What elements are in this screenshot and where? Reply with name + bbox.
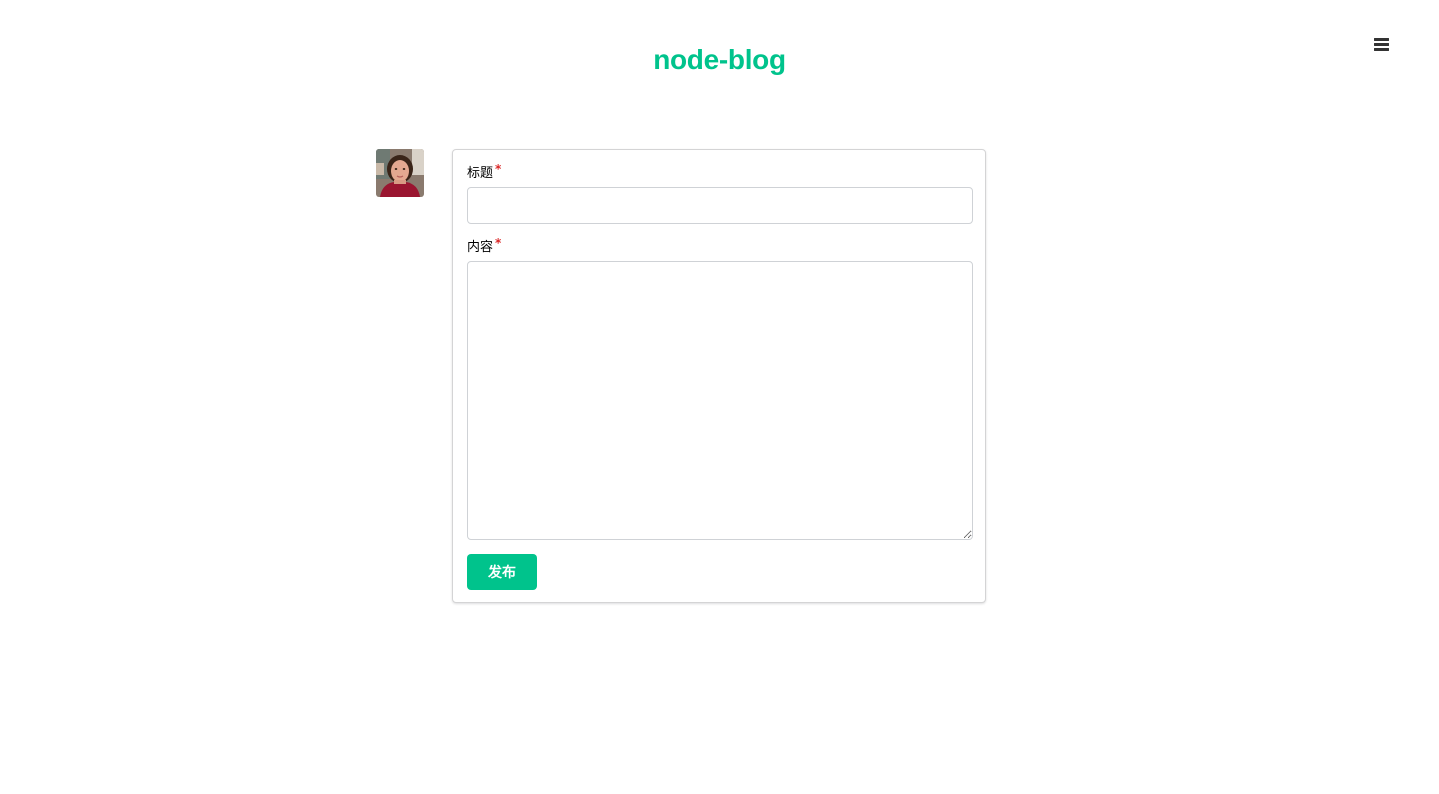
content-label-text: 内容 — [467, 240, 494, 255]
user-avatar[interactable] — [376, 149, 424, 197]
content-required-mark: * — [495, 236, 502, 250]
title-required-mark: * — [495, 162, 502, 176]
title-label: 标题 * — [467, 162, 502, 182]
hamburger-menu-icon — [1368, 32, 1396, 56]
menu-button[interactable] — [1368, 32, 1396, 56]
title-label-text: 标题 — [467, 166, 494, 181]
content-textarea[interactable] — [467, 261, 973, 540]
publish-button[interactable]: 发布 — [467, 554, 537, 590]
page-header: node-blog — [0, 0, 1439, 120]
content-label: 内容 * — [467, 236, 502, 256]
title-input[interactable] — [467, 187, 973, 224]
site-title[interactable]: node-blog — [0, 42, 1439, 78]
new-post-form: 标题 * 内容 * 发布 — [452, 149, 986, 603]
